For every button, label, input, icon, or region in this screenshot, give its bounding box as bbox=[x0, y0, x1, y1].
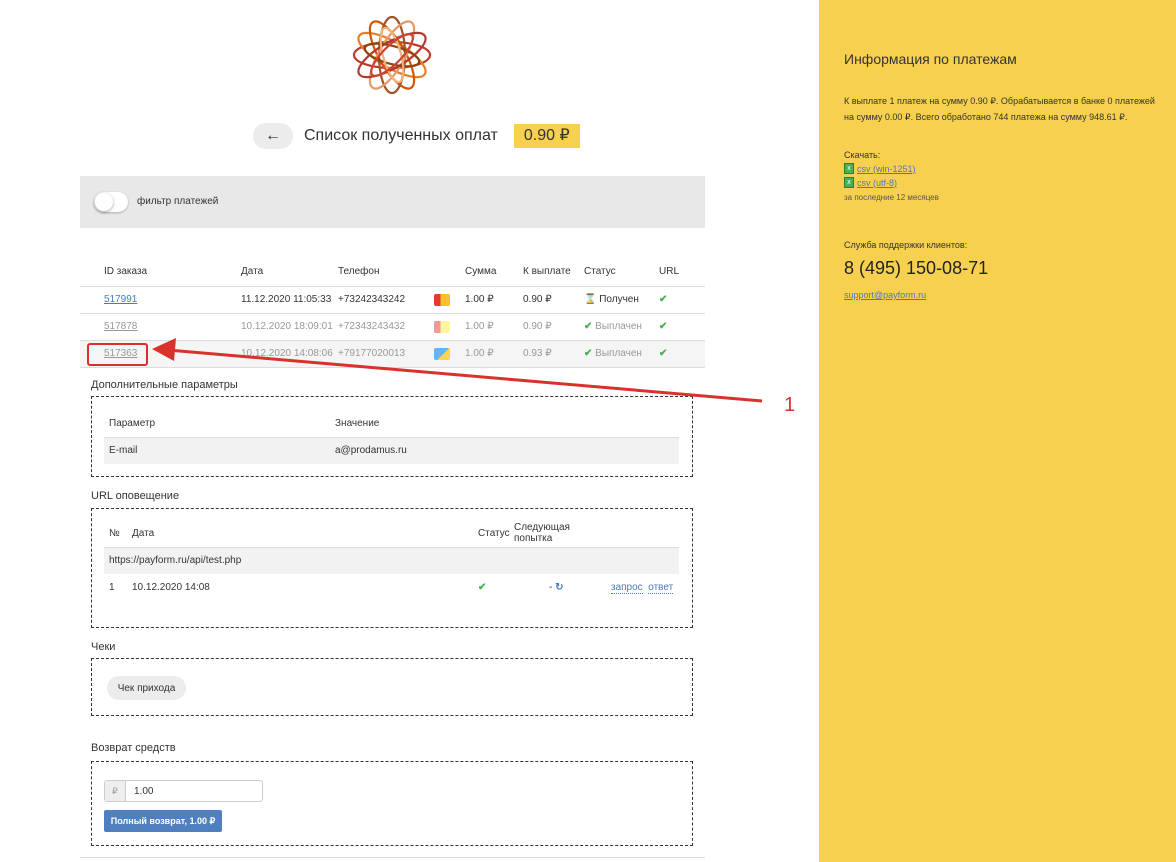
excel-icon: x bbox=[844, 163, 854, 174]
support-email-link[interactable]: support@payform.ru bbox=[844, 290, 926, 300]
sidebar-title: Информация по платежам bbox=[844, 51, 1017, 67]
csv-utf8-link[interactable]: csv (utf-8) bbox=[857, 178, 897, 188]
excel-icon: x bbox=[844, 177, 854, 188]
support-phone: 8 (495) 150-08-71 bbox=[844, 258, 989, 278]
csv-win1251-link[interactable]: csv (win-1251) bbox=[857, 164, 916, 174]
annotation-arrow bbox=[152, 338, 763, 403]
sidebar: Информация по платежам К выплате 1 плате… bbox=[819, 0, 1176, 862]
support-label: Служба поддержки клиентов: bbox=[844, 240, 968, 250]
period-note: за последние 12 месяцев bbox=[844, 193, 939, 202]
download-section: Скачать: x csv (win-1251) x csv (utf-8) за… bbox=[844, 150, 939, 202]
main-content: ← Список полученных оплат 0.90 ₽ фильтр … bbox=[0, 0, 819, 862]
download-label: Скачать: bbox=[844, 150, 881, 160]
payment-info: К выплате 1 платеж на сумму 0.90 ₽. Обра… bbox=[844, 96, 1155, 122]
annotation-number: 1 bbox=[784, 394, 796, 416]
